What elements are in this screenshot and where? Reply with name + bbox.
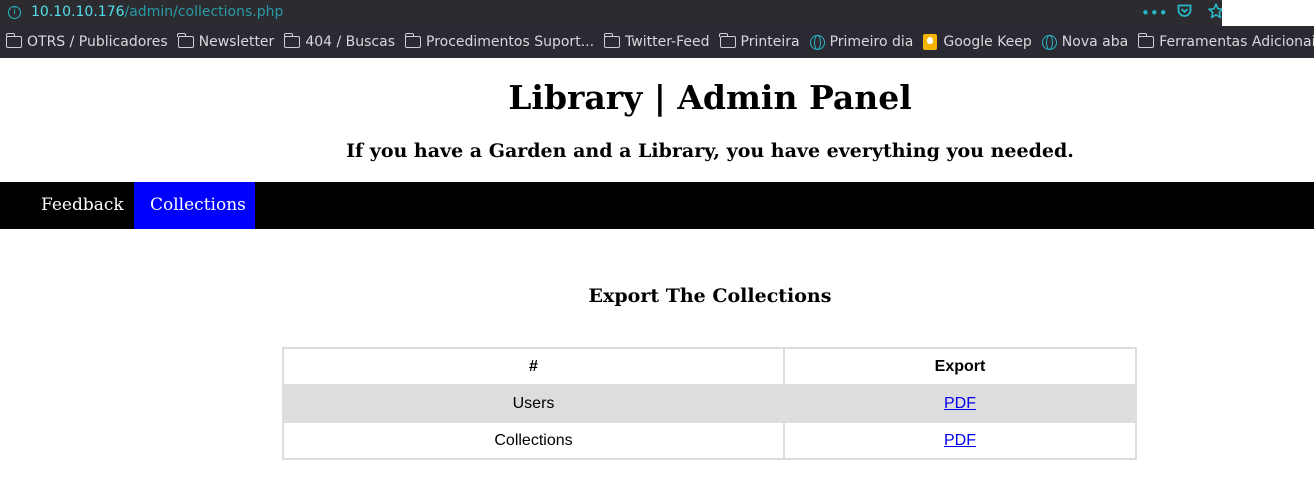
bookmarks-bar: OTRS / Publicadores Newsletter 404 / Bus… <box>0 26 1314 58</box>
bookmark-newsletter[interactable]: Newsletter <box>177 33 275 50</box>
table-cell-export: PDF <box>783 384 1137 423</box>
table-cell-name: Collections <box>282 421 785 460</box>
browser-url-bar: i 10.10.10.176/admin/collections.php ••• <box>0 0 1314 26</box>
top-navbar: s Feedback Collections <box>0 182 1314 229</box>
url-actions: ••• <box>1141 3 1227 23</box>
keep-icon <box>923 34 938 50</box>
table-cell-name: Users <box>282 384 785 423</box>
bookmark-label: Twitter-Feed <box>625 34 710 50</box>
folder-icon <box>603 33 621 48</box>
bookmark-twitter-feed[interactable]: Twitter-Feed <box>603 33 710 50</box>
folder-icon <box>1137 33 1155 48</box>
bookmark-ferramentas[interactable]: Ferramentas Adicionais <box>1137 33 1314 50</box>
url-path: /admin/collections.php <box>124 4 284 20</box>
table-header-row: # Export <box>282 347 1137 386</box>
bookmark-label: Google Keep <box>943 34 1032 50</box>
bookmark-404-buscas[interactable]: 404 / Buscas <box>283 33 395 50</box>
section-title: Export The Collections <box>588 285 832 307</box>
table-cell-export: PDF <box>783 421 1137 460</box>
table-header: # <box>282 347 785 386</box>
bookmark-google-keep[interactable]: Google Keep <box>923 34 1032 50</box>
toolbar-blank <box>1222 0 1314 26</box>
folder-icon <box>719 33 736 48</box>
bookmark-label: Primeiro dia <box>829 34 914 50</box>
export-table: # Export Users PDF Collections PDF <box>282 347 1137 460</box>
page-title: Library | Admin Panel <box>508 78 912 117</box>
nav-item-collections[interactable]: Collections <box>134 182 255 229</box>
bookmark-otrs[interactable]: OTRS / Publicadores <box>5 33 168 50</box>
page-tagline: If you have a Garden and a Library, you … <box>346 140 1074 162</box>
folder-icon <box>5 33 22 48</box>
bookmark-label: Ferramentas Adicionais <box>1159 34 1314 50</box>
table-row: Collections PDF <box>282 421 1137 460</box>
folder-icon <box>404 33 421 48</box>
page-content: Library | Admin Panel If you have a Gard… <box>0 58 1314 480</box>
globe-icon <box>809 34 825 50</box>
export-pdf-link[interactable]: PDF <box>944 432 976 449</box>
bookmark-procedimentos[interactable]: Procedimentos Suport... <box>404 33 595 50</box>
export-pdf-link[interactable]: PDF <box>944 395 976 412</box>
folder-icon <box>177 33 194 48</box>
folder-icon <box>283 33 301 48</box>
table-header: Export <box>783 347 1137 386</box>
globe-icon <box>1041 34 1057 50</box>
bookmark-label: Printeira <box>740 34 800 50</box>
more-icon[interactable]: ••• <box>1141 4 1168 22</box>
nav-item-feedback[interactable]: Feedback <box>25 182 140 229</box>
bookmark-primeiro-dia[interactable]: Primeiro dia <box>809 34 914 50</box>
bookmark-label: Procedimentos Suport... <box>426 34 595 50</box>
address-field[interactable]: 10.10.10.176/admin/collections.php <box>31 4 283 20</box>
bookmark-label: Newsletter <box>198 34 275 50</box>
bookmark-label: Nova aba <box>1061 34 1129 50</box>
bookmark-nova-aba[interactable]: Nova aba <box>1041 34 1129 50</box>
url-host: 10.10.10.176 <box>31 4 125 20</box>
bookmark-label: 404 / Buscas <box>305 34 395 50</box>
pocket-icon[interactable] <box>1173 4 1195 22</box>
bookmark-printeira[interactable]: Printeira <box>719 33 800 50</box>
table-row: Users PDF <box>282 384 1137 423</box>
bookmark-label: OTRS / Publicadores <box>27 34 168 50</box>
nav-item-partial[interactable]: s <box>0 182 1 229</box>
info-icon[interactable]: i <box>8 6 21 19</box>
